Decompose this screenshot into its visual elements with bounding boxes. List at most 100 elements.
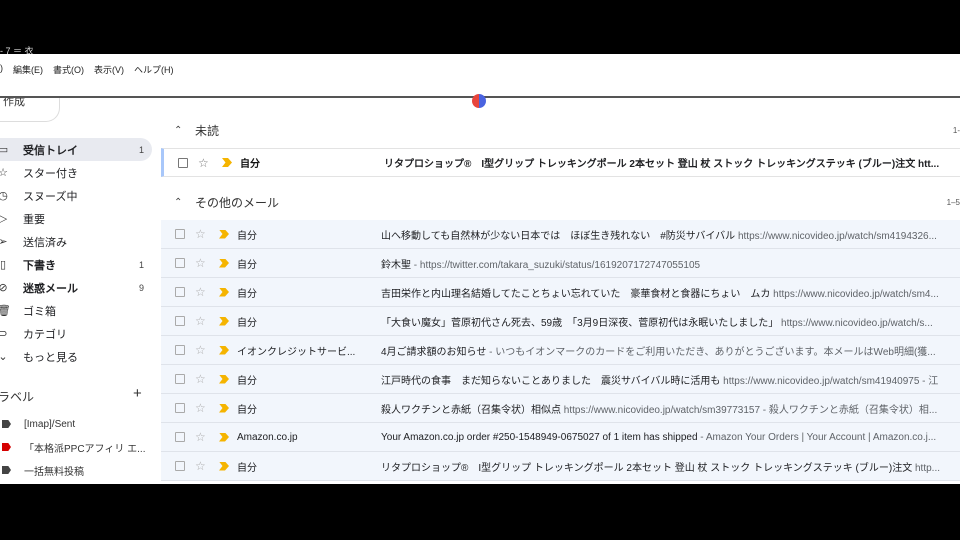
nav-item-count: 1	[138, 144, 144, 155]
star-icon[interactable]: ☆	[195, 430, 206, 444]
row-snippet: https://www.nicovideo.jp/watch/sm4194097…	[720, 375, 939, 387]
row-sender: 自分	[237, 462, 257, 474]
row-content: 江戸時代の食事 まだ知らないことありました 震災サバイバル時に活用も https…	[381, 372, 958, 387]
important-marker-icon[interactable]	[222, 158, 232, 167]
email-row[interactable]: ☆ 自分 「大食い魔女」菅原初代さん死去、59歳 「3月9日深夜、菅原初代は永眠いた…	[161, 307, 960, 336]
nav-item-snoozed[interactable]: ◷ スヌーズ中	[0, 184, 160, 207]
inbox-icon: ▭	[0, 144, 9, 156]
label-item[interactable]: [Imap]/Sent	[0, 414, 75, 434]
label-item[interactable]: 「本格派PPCアフィリ エ...	[0, 437, 145, 457]
row-checkbox[interactable]	[175, 461, 185, 471]
important-marker-icon[interactable]	[219, 403, 229, 413]
nav-item-sent[interactable]: ➢ 送信済み	[0, 230, 160, 253]
important-marker-icon[interactable]	[219, 432, 229, 442]
row-subject: Your Amazon.co.jp order #250-1548949-067…	[381, 431, 698, 443]
nav-item-label: 迷惑メール	[23, 282, 78, 295]
important-marker-icon[interactable]	[219, 258, 229, 268]
star-icon[interactable]: ☆	[195, 285, 206, 299]
trash-icon: 🗑	[0, 305, 11, 317]
spam-icon: ⊘	[0, 282, 8, 294]
row-content: 吉田栄作と内山理名結婚してたことちょい忘れていた 豪華食材と食器にちょい ムカ …	[381, 285, 958, 300]
row-content: 4月ご請求額のお知らせ - いつもイオンマークのカードをご利用いただき、ありがと…	[381, 343, 958, 358]
nav-list: ▭ 受信トレイ 1 ☆ スター付き ◷ スヌーズ中 ▷ 重要 ➢ 送信済み ▯ …	[0, 138, 160, 368]
section-unread-header[interactable]: ⌃ 未読 1-	[161, 116, 960, 144]
label-item[interactable]: 一括無料投稿	[0, 460, 84, 480]
menu-help[interactable]: ヘルプ(H)	[134, 63, 174, 76]
menubar-window: ) 編集(E) 書式(O) 表示(V) ヘルプ(H)	[0, 54, 960, 98]
row-content: 鈴木聖 - https://twitter.com/takara_suzuki/…	[381, 256, 958, 271]
email-row[interactable]: ☆ イオンクレジットサービ... 4月ご請求額のお知らせ - いつもイオンマークのカ…	[161, 336, 960, 365]
nav-item-drafts[interactable]: ▯ 下書き 1	[0, 253, 160, 276]
email-row[interactable]: ☆ 自分 鈴木聖 - https://twitter.com/takara_suzu…	[161, 249, 960, 278]
email-row[interactable]: ☆ 自分 吉田栄作と内山理名結婚してたことちょい忘れていた 豪華食材と食器にちょい …	[161, 278, 960, 307]
row-sender: 自分	[237, 288, 257, 300]
row-sender: 自分	[237, 317, 257, 329]
nav-item-label: スヌーズ中	[23, 190, 78, 203]
nav-item-starred[interactable]: ☆ スター付き	[0, 161, 160, 184]
menu-format[interactable]: 書式(O)	[53, 63, 84, 76]
label-tag-icon	[2, 466, 11, 474]
star-icon[interactable]: ☆	[195, 256, 206, 270]
star-icon[interactable]: ☆	[195, 372, 206, 386]
row-checkbox[interactable]	[175, 229, 185, 239]
star-icon[interactable]: ☆	[198, 156, 209, 170]
row-checkbox[interactable]	[175, 403, 185, 413]
important-marker-icon[interactable]	[219, 316, 229, 326]
important-marker-icon[interactable]	[219, 229, 229, 239]
section-title: 未読	[195, 123, 220, 138]
nav-item-categories[interactable]: ⊃ カテゴリ	[0, 322, 160, 345]
label-tag-icon	[2, 420, 11, 428]
row-sender: 自分	[237, 375, 257, 387]
nav-item-important[interactable]: ▷ 重要	[0, 207, 160, 230]
nav-item-count: 1	[138, 259, 144, 270]
chevron-up-icon: ⌃	[174, 124, 183, 136]
row-sender: Amazon.co.jp	[237, 431, 298, 443]
row-snippet: https://www.nicovideo.jp/watch/sm3977315…	[561, 404, 938, 416]
letterbox-bottom	[0, 484, 960, 540]
row-checkbox[interactable]	[175, 374, 185, 384]
row-checkbox[interactable]	[175, 316, 185, 326]
label-item-label: 「本格派PPCアフィリ エ...	[24, 443, 146, 455]
section-other-header[interactable]: ⌃ その他のメール 1–5	[161, 188, 960, 216]
nav-item-label: 重要	[23, 213, 45, 226]
menu-edit[interactable]: 編集(E)	[13, 63, 43, 76]
star-icon[interactable]: ☆	[195, 459, 206, 473]
important-marker-icon[interactable]	[219, 374, 229, 384]
important-marker-icon[interactable]	[219, 287, 229, 297]
pointer-cursor-icon	[472, 94, 486, 108]
important-marker-icon[interactable]	[219, 461, 229, 471]
row-checkbox[interactable]	[175, 345, 185, 355]
row-subject: 山へ移動しても自然林が少ない日本では ほぼ生き残れない #防災サバイバル	[381, 230, 736, 242]
add-label-button[interactable]: +	[133, 385, 142, 402]
star-icon[interactable]: ☆	[195, 314, 206, 328]
clock-icon: ◷	[0, 190, 8, 202]
row-checkbox[interactable]	[178, 157, 188, 168]
nav-item-spam[interactable]: ⊘ 迷惑メール 9	[0, 276, 160, 299]
row-snippet: https://www.nicovideo.jp/watch/s...	[778, 317, 933, 329]
star-icon[interactable]: ☆	[195, 227, 206, 241]
row-snippet: http...	[912, 462, 941, 474]
nav-item-more[interactable]: ⌄ もっと見る	[0, 345, 160, 368]
label-tag-icon	[2, 443, 11, 451]
email-row[interactable]: ☆ 自分 リタプロショップ® I型グリップ トレッキングポール 2本セット 登山 杖…	[161, 452, 960, 481]
row-snippet: https://www.nicovideo.jp/watch/sm4194326…	[735, 230, 937, 242]
nav-item-trash[interactable]: 🗑 ゴミ箱	[0, 299, 160, 322]
send-icon: ➢	[0, 236, 8, 248]
menu-view[interactable]: 表示(V)	[94, 63, 124, 76]
row-sender: イオンクレジットサービ...	[237, 346, 356, 358]
email-row[interactable]: ☆ Amazon.co.jp Your Amazon.co.jp order #25…	[161, 423, 960, 452]
email-row[interactable]: ☆ 自分 江戸時代の食事 まだ知らないことありました 震災サバイバル時に活用も ht…	[161, 365, 960, 394]
star-icon[interactable]: ☆	[195, 343, 206, 357]
star-icon[interactable]: ☆	[195, 401, 206, 415]
nav-item-inbox[interactable]: ▭ 受信トレイ 1	[0, 138, 152, 161]
email-row[interactable]: ☆ 自分 山へ移動しても自然林が少ない日本では ほぼ生き残れない #防災サバイバル …	[161, 220, 960, 249]
row-checkbox[interactable]	[175, 258, 185, 268]
email-row[interactable]: ☆ 自分 殺人ワクチンと赤紙（召集令状）相似点 https://www.nicovi…	[161, 394, 960, 423]
row-snippet: - いつもイオンマークのカードをご利用いただき、ありがとうございます。本メールは…	[486, 346, 936, 358]
nav-item-label: 送信済み	[23, 236, 67, 249]
row-checkbox[interactable]	[175, 287, 185, 297]
important-marker-icon[interactable]	[219, 345, 229, 355]
email-row[interactable]: ☆ 自分 リタプロショップ® I型グリップ トレッキングポール 2本セット 登山…	[161, 148, 960, 177]
row-snippet: - https://twitter.com/takara_suzuki/stat…	[411, 259, 701, 271]
row-checkbox[interactable]	[175, 432, 185, 442]
